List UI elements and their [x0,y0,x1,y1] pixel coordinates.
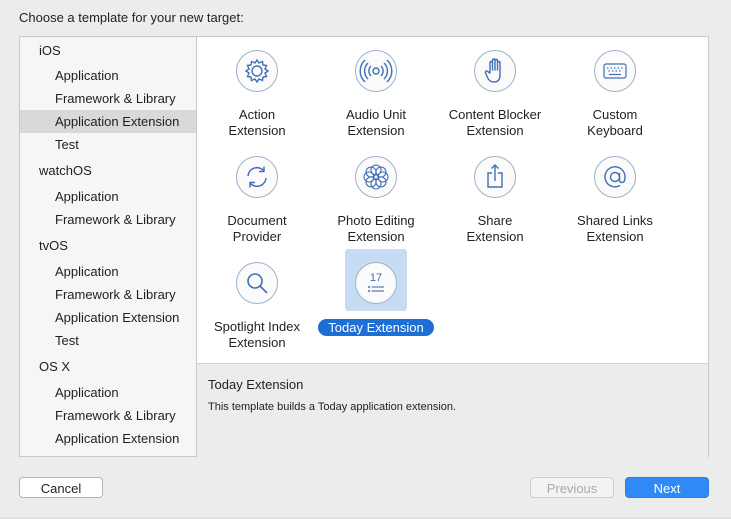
sidebar-group-tvos: tvOS [39,238,68,253]
sidebar-item-osx-application-extension[interactable]: Application Extension [20,427,196,450]
sidebar-item-osx-framework-library[interactable]: Framework & Library [20,404,196,427]
template-label: Shared Links Extension [577,213,653,244]
description-title: Today Extension [208,377,304,392]
sidebar-group-osx: OS X [39,359,71,374]
template-label: Custom Keyboard [587,107,643,138]
keyboard-icon [593,49,637,93]
sidebar-item-tvos-application[interactable]: Application [20,260,196,283]
description-text: This template builds a Today application… [208,401,457,413]
sidebar-item-osx-application[interactable]: Application [20,381,196,404]
template-spotlight-index-extension[interactable]: Spotlight Index Extension [197,261,317,351]
template-today-extension[interactable]: 17 Today Extension [316,249,436,336]
template-label: Content Blocker Extension [448,107,542,138]
template-label: Audio Unit Extension [346,107,406,138]
hand-icon [473,49,517,93]
template-label: Share Extension [466,213,524,244]
template-document-provider[interactable]: Document Provider [197,155,317,245]
template-grid: Action Extension Audio Unit Extension Co… [197,37,708,363]
sidebar-item-tvos-framework-library[interactable]: Framework & Library [20,283,196,306]
share-icon [473,155,517,199]
template-action-extension[interactable]: Action Extension [197,49,317,139]
sidebar-item-tvos-application-extension[interactable]: Application Extension [20,306,196,329]
sidebar-group-ios: iOS [39,43,61,58]
category-sidebar: iOS Application Framework & Library Appl… [19,36,197,457]
sidebar-item-ios-test[interactable]: Test [20,133,196,156]
template-audio-unit-extension[interactable]: Audio Unit Extension [316,49,436,139]
template-label-selected: Today Extension [316,319,436,336]
sidebar-item-tvos-test[interactable]: Test [20,329,196,352]
template-label: Spotlight Index Extension [213,319,300,350]
sidebar-item-watchos-framework-library[interactable]: Framework & Library [20,208,196,231]
sidebar-group-watchos: watchOS [39,163,92,178]
calendar-day: 17 [370,272,382,284]
template-description-pane: Today Extension This template builds a T… [197,363,708,457]
audio-wave-icon [354,49,398,93]
cancel-button[interactable]: Cancel [19,477,103,498]
template-panel: Action Extension Audio Unit Extension Co… [196,36,709,457]
calendar-list-icon: 17 [354,261,398,305]
template-content-blocker-extension[interactable]: Content Blocker Extension [435,49,555,139]
template-label: Photo Editing Extension [337,213,415,244]
dialog-title: Choose a template for your new target: [19,10,244,25]
sidebar-item-watchos-application[interactable]: Application [20,185,196,208]
previous-button[interactable]: Previous [530,477,614,498]
sidebar-item-ios-application-extension[interactable]: Application Extension [20,110,196,133]
sidebar-item-ios-framework-library[interactable]: Framework & Library [20,87,196,110]
template-custom-keyboard[interactable]: Custom Keyboard [555,49,675,139]
gear-icon [235,49,279,93]
template-label: Action Extension [228,107,286,138]
next-button[interactable]: Next [625,477,709,498]
template-photo-editing-extension[interactable]: Photo Editing Extension [316,155,436,245]
magnifier-icon [235,261,279,305]
template-shared-links-extension[interactable]: Shared Links Extension [555,155,675,245]
sync-arrows-icon [235,155,279,199]
template-label: Document Provider [227,213,287,244]
sidebar-item-ios-application[interactable]: Application [20,64,196,87]
flower-icon [354,155,398,199]
at-sign-icon [593,155,637,199]
template-share-extension[interactable]: Share Extension [435,155,555,245]
